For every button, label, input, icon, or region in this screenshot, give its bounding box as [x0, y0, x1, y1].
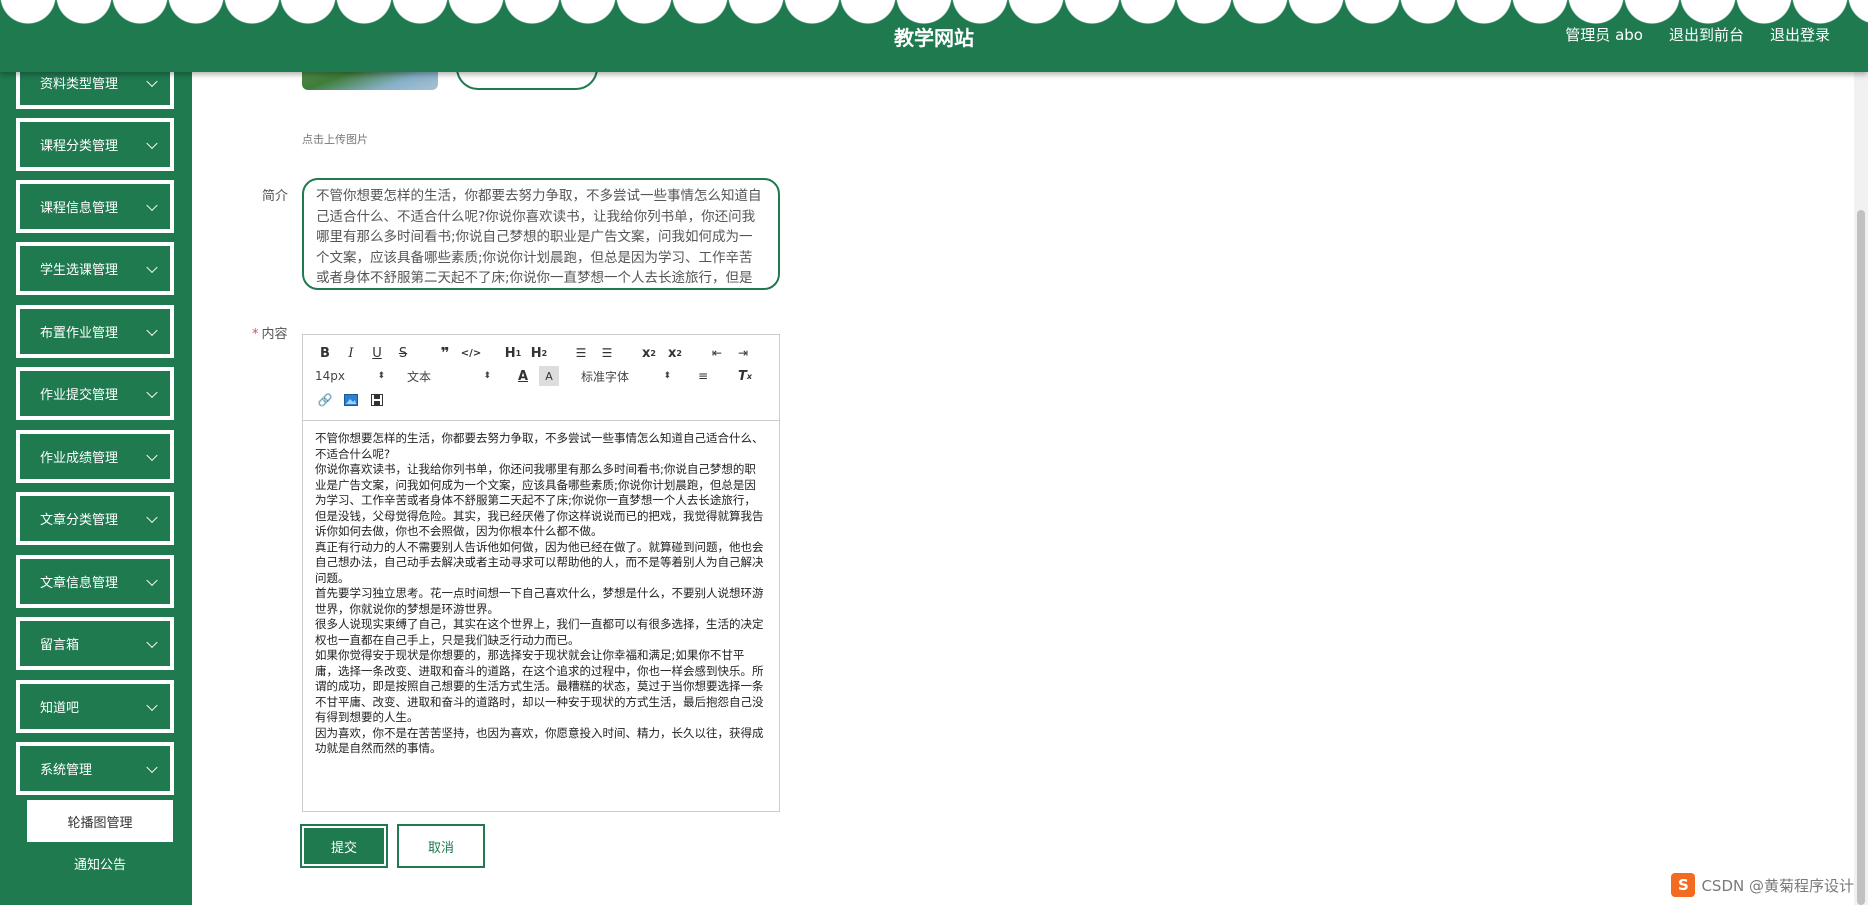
admin-user-label[interactable]: 管理员 abo — [1565, 24, 1643, 45]
page-scrollbar[interactable] — [1854, 72, 1868, 905]
sidebar-item-knowledge[interactable]: 知道吧 — [16, 680, 174, 733]
sidebar-item-label: 课程分类管理 — [40, 139, 119, 154]
sidebar-subitem-notice[interactable]: 通知公告 — [27, 842, 173, 884]
content-label: * 内容 — [252, 323, 288, 342]
chevron-down-icon — [146, 449, 158, 461]
sidebar-item-course-category[interactable]: 课程分类管理 — [16, 118, 174, 171]
select-arrows-icon: ⬍ — [377, 371, 385, 381]
align-icon[interactable]: ≡ — [693, 366, 713, 386]
italic-icon[interactable]: I — [341, 343, 361, 363]
sidebar-item-label: 作业提交管理 — [40, 388, 119, 403]
sogou-logo-icon: S — [1671, 873, 1696, 897]
sidebar-item-label: 文章分类管理 — [40, 513, 119, 528]
watermark-text: CSDN @黄菊程序设计 — [1701, 876, 1854, 895]
chevron-down-icon — [146, 199, 158, 211]
scalloped-border — [0, 0, 1868, 24]
font-color-icon[interactable]: A — [513, 366, 533, 386]
subscript-icon[interactable]: x2 — [639, 343, 659, 363]
content-paragraph: 因为喜欢，你不是在苦苦坚持，也因为喜欢，你愿意投入时间、精力，长久以往，获得成功… — [315, 725, 764, 756]
sidebar-item-article-category[interactable]: 文章分类管理 — [16, 492, 174, 545]
upload-hint: 点击上传图片 — [302, 133, 368, 146]
blockquote-icon[interactable]: ❞ — [435, 343, 455, 363]
content-paragraph: 首先要学习独立思考。花一点时间想一下自己喜欢什么，梦想是什么，不要别人说想环游世… — [315, 586, 764, 616]
sidebar-item-assign-homework[interactable]: 布置作业管理 — [16, 305, 174, 358]
sidebar-item-article-info[interactable]: 文章信息管理 — [16, 555, 174, 608]
font-family-value: 标准字体 — [581, 369, 630, 384]
top-header: 教学网站 管理员 abo 退出到前台 退出登录 — [0, 0, 1868, 72]
content-paragraph: 如果你觉得安于现状是你想要的，那选择安于现状就会让你幸福和满足;如果你不甘平庸，… — [315, 648, 764, 724]
intro-textarea[interactable]: 不管你想要怎样的生活，你都要去努力争取，不多尝试一些事情怎么知道自己适合什么、不… — [302, 178, 780, 290]
chevron-down-icon — [146, 511, 158, 523]
sidebar-item-course-info[interactable]: 课程信息管理 — [16, 180, 174, 233]
chevron-down-icon — [146, 261, 158, 273]
editor-toolbar: B I U S ❞ </> H1 H2 ☰ ☰ x2 x2 ⇤ ⇥ 14px ⬍… — [303, 335, 779, 421]
chevron-down-icon — [146, 386, 158, 398]
cancel-button[interactable]: 取消 — [397, 824, 485, 868]
font-family-select[interactable]: 标准字体 ⬍ — [581, 368, 671, 385]
sidebar: 资料类型管理 课程分类管理 课程信息管理 学生选课管理 布置作业管理 作业提交管… — [0, 0, 192, 905]
chevron-down-icon — [146, 699, 158, 711]
sidebar-item-label: 学生选课管理 — [40, 263, 119, 278]
chevron-down-icon — [146, 137, 158, 149]
superscript-icon[interactable]: x2 — [665, 343, 685, 363]
rich-text-editor: B I U S ❞ </> H1 H2 ☰ ☰ x2 x2 ⇤ ⇥ 14px ⬍… — [302, 334, 780, 812]
bullet-list-icon[interactable]: ☰ — [597, 343, 617, 363]
header-actions: 管理员 abo 退出到前台 退出登录 — [1565, 24, 1830, 45]
select-arrows-icon: ⬍ — [483, 371, 491, 381]
font-size-value: 14px — [315, 369, 345, 383]
sidebar-item-label: 作业成绩管理 — [40, 451, 119, 466]
strikethrough-icon[interactable]: S — [393, 343, 413, 363]
format-select[interactable]: 文本 ⬍ — [407, 368, 491, 385]
back-to-front-link[interactable]: 退出到前台 — [1669, 24, 1744, 45]
outdent-icon[interactable]: ⇤ — [707, 343, 727, 363]
content-paragraph: 真正有行动力的人不需要别人告诉他如何做，因为他已经在做了。就算碰到问题，他也会自… — [315, 539, 764, 585]
indent-icon[interactable]: ⇥ — [733, 343, 753, 363]
logout-link[interactable]: 退出登录 — [1770, 24, 1830, 45]
heading-2-icon[interactable]: H2 — [529, 343, 549, 363]
format-value: 文本 — [407, 369, 432, 384]
clear-format-icon[interactable]: Tx — [735, 366, 755, 386]
main-content: 点击上传图片 简介 不管你想要怎样的生活，你都要去努力争取，不多尝试一些事情怎么… — [192, 0, 1868, 905]
sidebar-item-label: 课程信息管理 — [40, 201, 119, 216]
sidebar-item-label: 布置作业管理 — [40, 326, 119, 341]
content-label-text: 内容 — [261, 327, 288, 342]
image-icon[interactable] — [341, 390, 361, 410]
sidebar-item-label: 知道吧 — [40, 701, 80, 716]
scrollbar-thumb[interactable] — [1857, 210, 1865, 905]
sidebar-item-label: 文章信息管理 — [40, 576, 119, 591]
sidebar-item-label: 系统管理 — [40, 763, 93, 778]
chevron-down-icon — [146, 636, 158, 648]
bold-icon[interactable]: B — [315, 343, 335, 363]
background-color-icon[interactable]: A — [539, 366, 559, 386]
sidebar-item-message-box[interactable]: 留言箱 — [16, 617, 174, 670]
required-mark: * — [252, 327, 259, 342]
sidebar-item-course-selection[interactable]: 学生选课管理 — [16, 242, 174, 295]
select-arrows-icon: ⬍ — [663, 371, 671, 381]
ordered-list-icon[interactable]: ☰ — [571, 343, 591, 363]
content-paragraph: 不管你想要怎样的生活，你都要去努力争取，不多尝试一些事情怎么知道自己适合什么、不… — [315, 431, 764, 461]
content-paragraph: 很多人说现实束缚了自己，其实在这个世界上，我们一直都可以有很多选择，生活的决定权… — [315, 617, 764, 647]
editor-content[interactable]: 不管你想要怎样的生活，你都要去努力争取，不多尝试一些事情怎么知道自己适合什么、不… — [303, 421, 779, 811]
csdn-watermark: S CSDN @黄菊程序设计 — [1671, 873, 1854, 897]
chevron-down-icon — [146, 75, 158, 87]
underline-icon[interactable]: U — [367, 343, 387, 363]
sidebar-item-homework-submit[interactable]: 作业提交管理 — [16, 367, 174, 420]
chevron-down-icon — [146, 761, 158, 773]
submit-button[interactable]: 提交 — [300, 824, 388, 868]
sidebar-item-label: 资料类型管理 — [40, 77, 119, 92]
content-paragraph: 你说你喜欢读书，让我给你列书单，你还问我哪里有那么多时间看书;你说自己梦想的职业… — [315, 462, 764, 538]
intro-label: 简介 — [262, 189, 289, 204]
chevron-down-icon — [146, 324, 158, 336]
heading-1-icon[interactable]: H1 — [503, 343, 523, 363]
sidebar-item-homework-grades[interactable]: 作业成绩管理 — [16, 430, 174, 483]
link-icon[interactable]: 🔗 — [315, 390, 335, 410]
font-size-select[interactable]: 14px ⬍ — [315, 369, 385, 383]
code-block-icon[interactable]: </> — [461, 343, 481, 363]
video-icon[interactable] — [367, 390, 387, 410]
sidebar-item-label: 留言箱 — [40, 638, 80, 653]
chevron-down-icon — [146, 574, 158, 586]
sidebar-subitem-carousel[interactable]: 轮播图管理 — [27, 800, 173, 842]
sidebar-item-system[interactable]: 系统管理 — [16, 742, 174, 795]
